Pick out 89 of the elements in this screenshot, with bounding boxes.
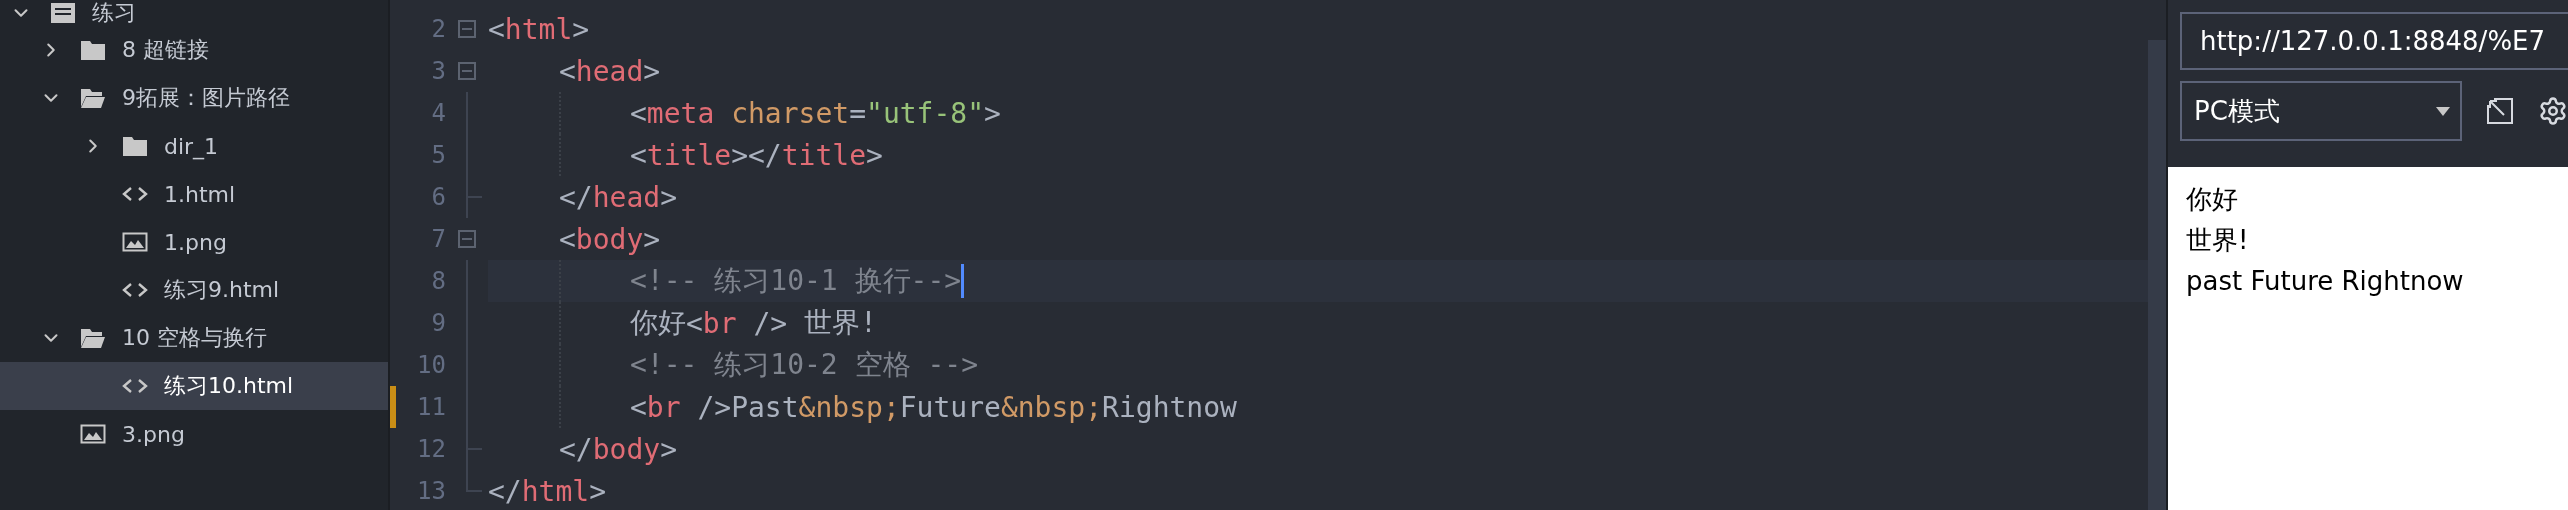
expand-icon[interactable] (2486, 97, 2514, 125)
code-token: &nbsp; (1000, 390, 1103, 424)
code-token: /> (752, 306, 789, 340)
fold-toggle-icon[interactable] (458, 230, 476, 248)
text-caret (961, 264, 965, 298)
line-number: 3 (430, 57, 446, 85)
line-number: 6 (430, 183, 446, 211)
tree-item[interactable]: 练习 (0, 0, 388, 26)
code-token: Future (899, 390, 1001, 424)
code-token: 世界! (804, 305, 877, 341)
fold-toggle-icon[interactable] (458, 20, 476, 38)
code-token: > (589, 474, 606, 508)
code-token: Rightnow (1102, 390, 1237, 424)
code-token: > (984, 96, 1001, 130)
tree-item[interactable]: 练习9.html (0, 266, 388, 314)
code-token: "utf-8" (866, 96, 985, 130)
folder-icon (80, 39, 106, 61)
image-file-icon (122, 232, 148, 252)
code-token: /> (696, 390, 732, 424)
code-token: title (646, 138, 732, 172)
tree-item[interactable]: 9拓展：图片路径 (0, 74, 388, 122)
code-token: Past (731, 390, 799, 424)
code-token: < (559, 54, 576, 88)
tree-item[interactable]: 8 超链接 (0, 26, 388, 74)
code-token: < (488, 12, 505, 46)
code-token: head (575, 54, 644, 88)
preview-text: past Future Rightnow (2186, 265, 2465, 298)
open-folder-icon (80, 87, 106, 109)
code-token: br (646, 390, 681, 424)
code-file-icon (122, 282, 148, 298)
code-token: </ (559, 180, 593, 214)
code-token: 你好 (630, 305, 686, 341)
code-token: <!-- 练习10-1 换行--> (630, 263, 962, 299)
code-token: html (521, 474, 590, 508)
code-token: > (660, 432, 677, 466)
settings-icon[interactable] (2538, 96, 2568, 126)
selected-tree-item[interactable]: 练习10.html (0, 362, 388, 410)
folder-icon (122, 135, 148, 157)
tree-item[interactable]: 10 空格与换行 (0, 314, 388, 362)
line-number: 10 (416, 351, 446, 379)
code-token: < (630, 96, 647, 130)
image-file-icon (80, 424, 106, 444)
tree-item[interactable]: 1.html (0, 170, 388, 218)
code-token: < (630, 390, 647, 424)
dropdown-caret-icon (2436, 106, 2450, 116)
tree-item[interactable]: 3.png (0, 410, 388, 458)
fold-end-line (466, 176, 482, 218)
line-number: 12 (416, 435, 446, 463)
open-folder-icon (80, 327, 106, 349)
url-field[interactable]: http://127.0.0.1:8848/%E7 (2180, 12, 2568, 70)
tree-item[interactable]: dir_1 (0, 122, 388, 170)
preview-text: 世界! (2186, 224, 2250, 257)
code-token: body (575, 222, 644, 256)
code-token: < (686, 306, 703, 340)
code-token: <!-- 练习10-2 空格 --> (630, 347, 978, 383)
code-token: </ (488, 474, 522, 508)
line-number: 7 (430, 225, 446, 253)
code-token: = (849, 96, 867, 130)
code-token: charset (731, 96, 850, 130)
code-token: > (660, 180, 677, 214)
code-token: > (643, 222, 661, 256)
code-file-icon (122, 186, 148, 202)
mode-dropdown[interactable]: PC模式 (2180, 81, 2462, 141)
code-token: > (866, 138, 883, 172)
code-token: title (781, 138, 867, 172)
line-number: 8 (430, 267, 446, 295)
line-number: 13 (416, 477, 446, 505)
code-token: meta (646, 96, 716, 130)
code-token: body (592, 432, 661, 466)
code-token: &nbsp; (798, 390, 900, 424)
code-file-icon (122, 378, 148, 394)
code-token: html (504, 12, 573, 46)
preview-text: 你好 (2186, 183, 2239, 216)
code-token: < (630, 138, 647, 172)
code-token: > (643, 54, 661, 88)
code-token: </ (559, 432, 593, 466)
scrollbar-thumb[interactable] (2148, 40, 2166, 510)
tree-item[interactable]: 1.png (0, 218, 388, 266)
code-token: br (702, 306, 737, 340)
fold-toggle-icon[interactable] (458, 62, 476, 80)
line-number: 5 (430, 141, 446, 169)
code-token: < (559, 222, 576, 256)
line-number: 4 (430, 99, 446, 127)
line-number: 9 (430, 309, 446, 337)
code-token: > (572, 12, 590, 46)
code-token: ></ (731, 138, 782, 172)
line-number: 2 (430, 15, 446, 43)
line-number: 11 (416, 393, 446, 421)
code-token: head (592, 180, 661, 214)
